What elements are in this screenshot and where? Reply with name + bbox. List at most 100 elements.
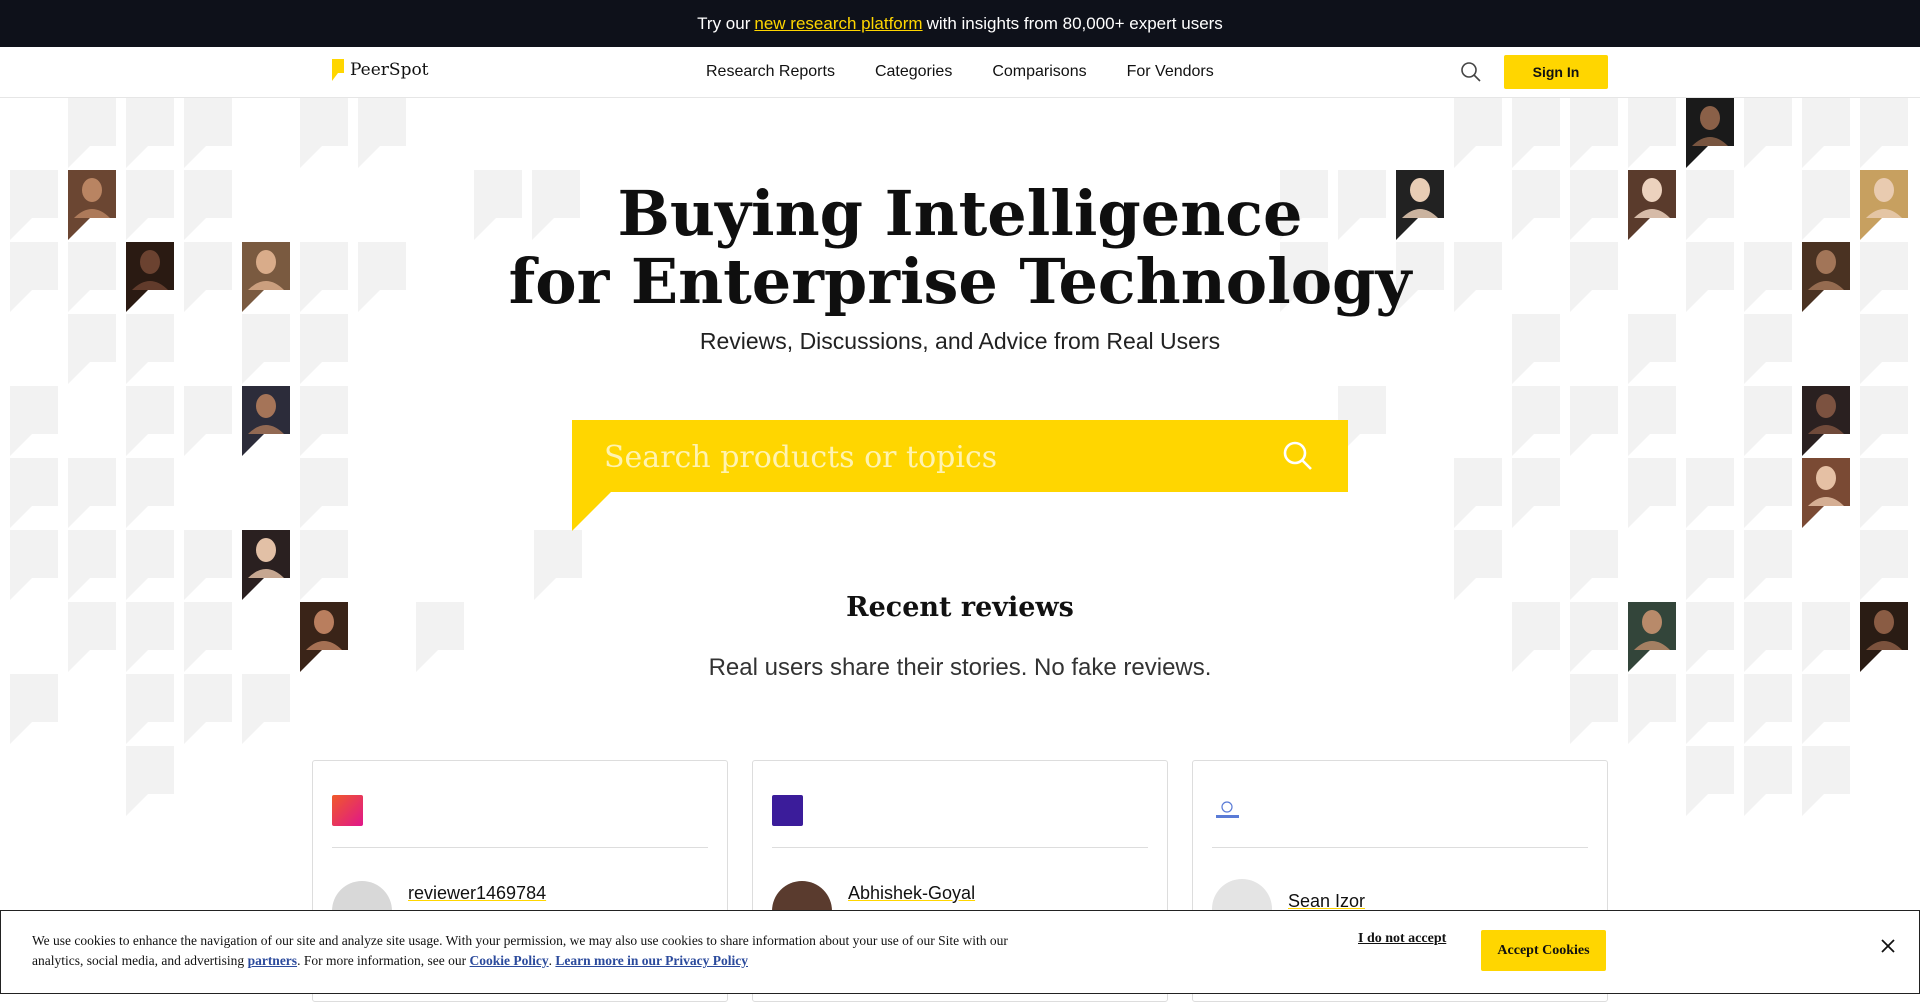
speech-bubble-tile — [1860, 386, 1908, 456]
speech-bubble-tile — [126, 746, 174, 816]
speech-bubble-tile — [300, 98, 348, 168]
speech-bubble-tile — [126, 530, 174, 600]
hero: Buying Intelligence for Enterprise Techn… — [0, 180, 1920, 355]
speech-bubble-tile — [1512, 386, 1560, 456]
search-bubble-tail — [572, 492, 611, 531]
nav-comparisons[interactable]: Comparisons — [992, 63, 1086, 81]
speech-bubble-tile — [1570, 530, 1618, 600]
hero-title-line2: for Enterprise Technology — [508, 245, 1412, 318]
speech-bubble-tile — [242, 674, 290, 744]
speech-bubble-tile — [126, 98, 174, 168]
speech-bubble-tile — [184, 386, 232, 456]
sign-in-button[interactable]: Sign In — [1504, 55, 1608, 89]
speech-bubble-tile — [10, 530, 58, 600]
speech-bubble-tile — [534, 530, 582, 600]
reviewer-name[interactable]: Abhishek-Goyal — [848, 883, 975, 904]
product-logo[interactable] — [332, 795, 363, 826]
speech-bubble-tile — [10, 458, 58, 528]
reviewer-portrait — [1686, 98, 1734, 168]
hero-search — [572, 420, 1348, 531]
promo-link[interactable]: new research platform — [754, 14, 922, 34]
speech-bubble-tile — [1744, 530, 1792, 600]
speech-bubble-tile — [10, 674, 58, 744]
speech-bubble-tile — [1860, 98, 1908, 168]
speech-bubble-tile — [1744, 386, 1792, 456]
speech-bubble-tile — [1570, 98, 1618, 168]
cookie-line2-prefix: analytics, social media, and advertising — [32, 953, 245, 968]
card-divider — [1212, 847, 1588, 848]
cookie-text: We use cookies to enhance the navigation… — [32, 931, 1062, 971]
main-nav: PeerSpot Research Reports Categories Com… — [0, 47, 1920, 98]
speech-bubble-tile — [1454, 98, 1502, 168]
peerspot-logo[interactable]: PeerSpot — [332, 59, 429, 81]
reject-cookies-button[interactable]: I do not accept — [1358, 931, 1446, 947]
speech-bubble-tile — [1744, 674, 1792, 744]
speech-bubble-tile — [68, 458, 116, 528]
promo-prefix: Try our — [697, 13, 751, 33]
hero-subtitle: Reviews, Discussions, and Advice from Re… — [699, 328, 1221, 354]
cookie-line1: We use cookies to enhance the navigation… — [32, 933, 1008, 948]
hero-title-line1: Buying Intelligence — [617, 177, 1303, 250]
speech-bubble-tile — [1628, 458, 1676, 528]
logo-mark-icon — [332, 59, 344, 81]
speech-bubble-tile — [1628, 674, 1676, 744]
speech-bubble-tile — [1686, 746, 1734, 816]
search-input[interactable] — [602, 430, 1246, 484]
logo-text: PeerSpot — [350, 60, 429, 80]
speech-bubble-tile — [126, 458, 174, 528]
product-logo[interactable] — [772, 795, 803, 826]
card-divider — [332, 847, 708, 848]
recent-reviews-subtitle: Real users share their stories. No fake … — [708, 654, 1212, 681]
close-icon[interactable] — [1881, 939, 1895, 953]
speech-bubble-tile — [1744, 98, 1792, 168]
card-divider — [772, 847, 1148, 848]
speech-bubble-tile — [1744, 458, 1792, 528]
cookie-policy-link[interactable]: Cookie Policy — [470, 953, 549, 968]
cookie-line2-mid: . For more information, see our — [297, 953, 467, 968]
speech-bubble-tile — [300, 458, 348, 528]
speech-bubble-tile — [300, 386, 348, 456]
nav-links: Research Reports Categories Comparisons … — [706, 47, 1214, 97]
speech-bubble-tile — [184, 530, 232, 600]
speech-bubble-tile — [1802, 98, 1850, 168]
reviewer-portrait — [1802, 458, 1850, 528]
reviewer-name[interactable]: Sean Izor — [1288, 891, 1365, 912]
speech-bubble-tile — [1628, 386, 1676, 456]
speech-bubble-tile — [1802, 674, 1850, 744]
speech-bubble-tile — [1744, 746, 1792, 816]
speech-bubble-tile — [1860, 458, 1908, 528]
speech-bubble-tile — [300, 530, 348, 600]
speech-bubble-tile — [1686, 674, 1734, 744]
search-submit-icon[interactable] — [1282, 440, 1314, 472]
speech-bubble-tile — [1686, 530, 1734, 600]
product-logo[interactable] — [1212, 795, 1243, 826]
reviewer-portrait — [242, 530, 290, 600]
promo-bar: Try our new research platform with insig… — [0, 0, 1920, 47]
speech-bubble-tile — [10, 386, 58, 456]
speech-bubble-tile — [1860, 530, 1908, 600]
nav-categories[interactable]: Categories — [875, 63, 952, 81]
reviewer-name[interactable]: reviewer1469784 — [408, 883, 546, 904]
privacy-policy-link[interactable]: Learn more in our Privacy Policy — [555, 953, 748, 968]
speech-bubble-tile — [1512, 98, 1560, 168]
speech-bubble-tile — [1802, 746, 1850, 816]
search-icon[interactable] — [1460, 61, 1482, 83]
promo-suffix: with insights from 80,000+ expert users — [926, 13, 1223, 33]
speech-bubble-tile — [1454, 530, 1502, 600]
partners-link[interactable]: partners — [248, 953, 298, 968]
speech-bubble-tile — [126, 674, 174, 744]
accept-cookies-button[interactable]: Accept Cookies — [1481, 930, 1606, 971]
nav-for-vendors[interactable]: For Vendors — [1127, 63, 1214, 81]
cookie-sep: . — [548, 953, 553, 968]
nav-research-reports[interactable]: Research Reports — [706, 63, 835, 81]
speech-bubble-tile — [358, 98, 406, 168]
speech-bubble-tile — [68, 530, 116, 600]
speech-bubble-tile — [184, 674, 232, 744]
speech-bubble-tile — [1628, 98, 1676, 168]
speech-bubble-tile — [126, 386, 174, 456]
speech-bubble-tile — [68, 98, 116, 168]
reviewer-portrait — [242, 386, 290, 456]
speech-bubble-tile — [1686, 458, 1734, 528]
speech-bubble-tile — [1570, 674, 1618, 744]
speech-bubble-tile — [1512, 458, 1560, 528]
